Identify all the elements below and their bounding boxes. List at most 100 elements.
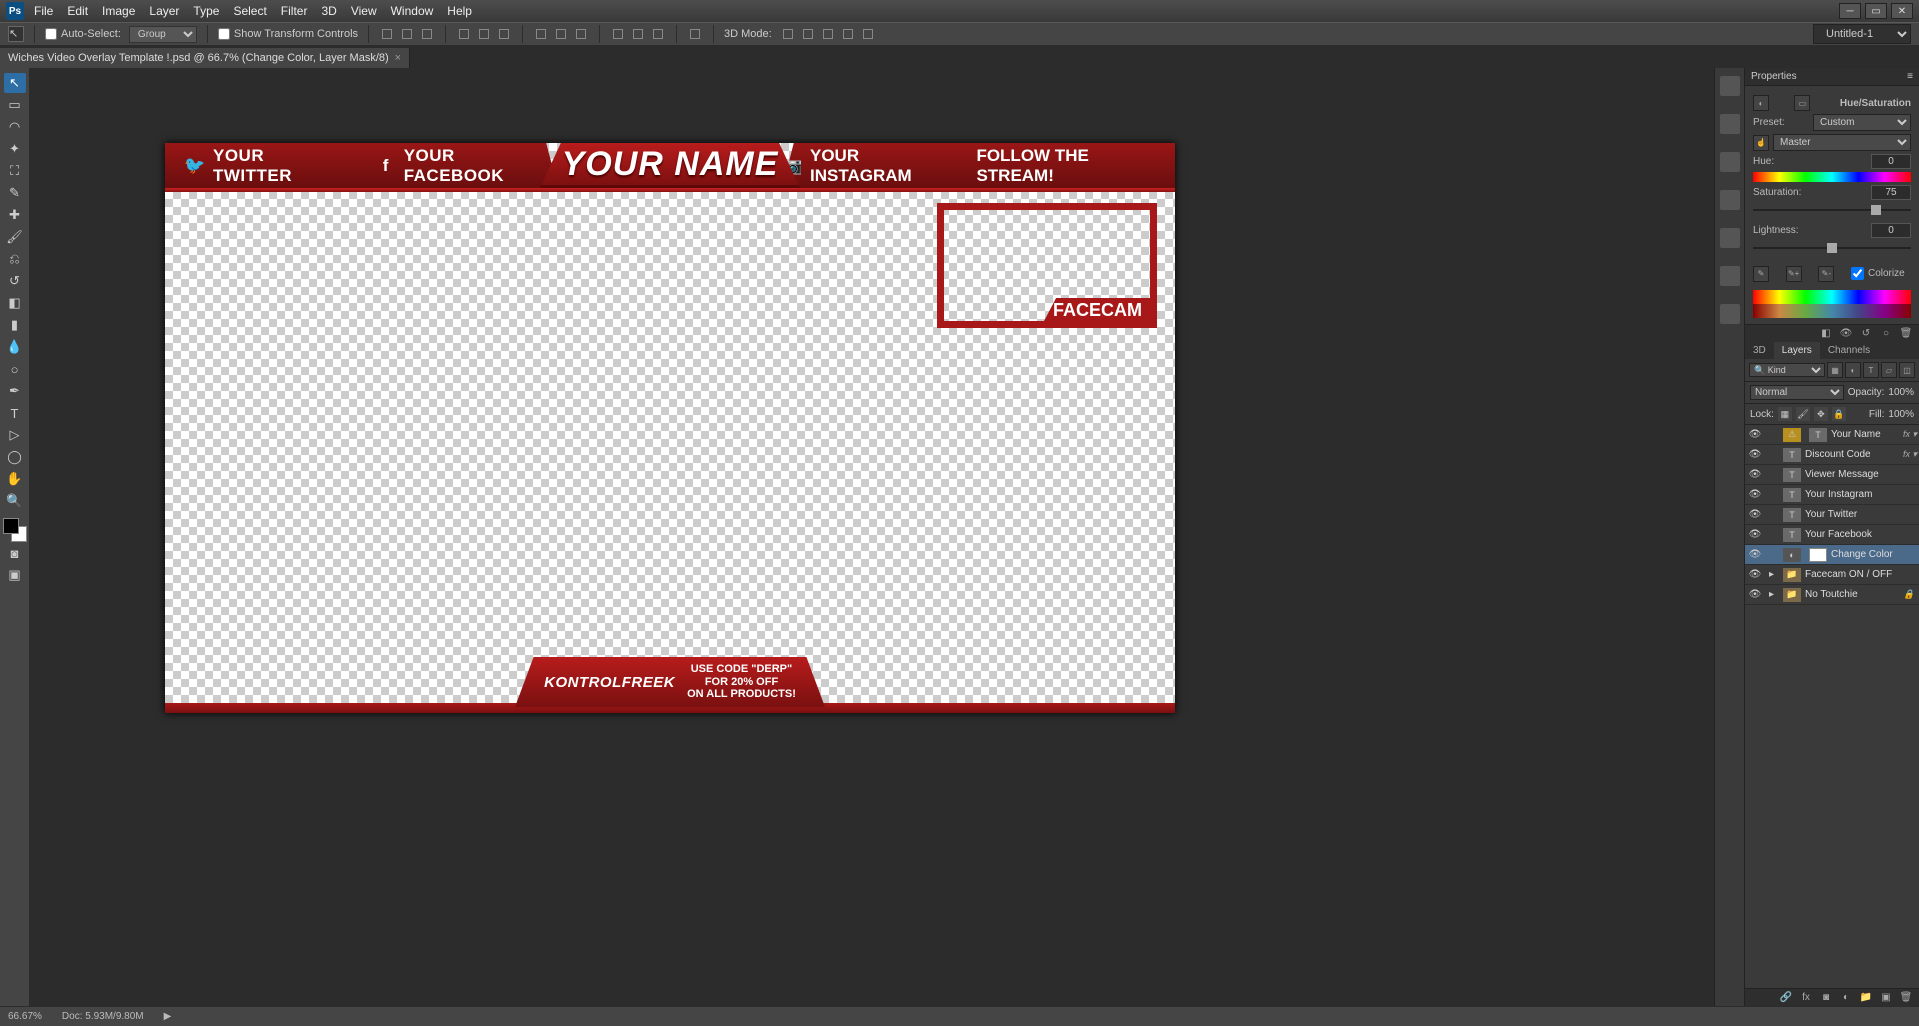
layer-row[interactable]: 👁TDiscount Codefx ▾ bbox=[1745, 445, 1919, 465]
new-adjustment-icon[interactable]: ◐ bbox=[1839, 991, 1853, 1005]
character-panel-icon[interactable] bbox=[1720, 228, 1740, 248]
quick-mask-tool[interactable]: ◙ bbox=[4, 543, 26, 563]
finger-icon[interactable]: ☝ bbox=[1753, 135, 1769, 151]
align-left-icon[interactable] bbox=[456, 26, 472, 42]
saturation-slider[interactable] bbox=[1753, 203, 1911, 217]
filter-kind-select[interactable]: 🔍 Kind bbox=[1749, 363, 1825, 377]
3d-rotate-icon[interactable] bbox=[780, 26, 796, 42]
filter-shape-icon[interactable]: ▱ bbox=[1881, 362, 1897, 378]
healing-tool[interactable]: ✚ bbox=[4, 205, 26, 225]
3d-pan-icon[interactable] bbox=[820, 26, 836, 42]
styles-panel-icon[interactable] bbox=[1720, 266, 1740, 286]
type-tool[interactable]: T bbox=[4, 403, 26, 423]
zoom-tool[interactable]: 🔍 bbox=[4, 491, 26, 511]
preset-select[interactable]: Custom bbox=[1813, 114, 1911, 131]
hue-input[interactable] bbox=[1871, 154, 1911, 169]
tab-channels[interactable]: Channels bbox=[1820, 342, 1878, 359]
view-previous-icon[interactable]: 👁 bbox=[1839, 327, 1853, 341]
layer-row[interactable]: 👁▸📁No Toutchie🔒 bbox=[1745, 585, 1919, 605]
layer-fx-icon[interactable]: fx bbox=[1799, 991, 1813, 1005]
hand-tool[interactable]: ✋ bbox=[4, 469, 26, 489]
lock-transparent-icon[interactable]: ▦ bbox=[1778, 407, 1792, 421]
marquee-tool[interactable]: ▭ bbox=[4, 95, 26, 115]
toggle-visibility-icon[interactable]: ○ bbox=[1879, 327, 1893, 341]
blend-mode-select[interactable]: Normal bbox=[1750, 385, 1844, 400]
stamp-tool[interactable]: ⎌ bbox=[4, 249, 26, 269]
expand-arrow-icon[interactable]: ▸ bbox=[1769, 589, 1779, 600]
menu-window[interactable]: Window bbox=[391, 4, 434, 18]
menu-edit[interactable]: Edit bbox=[67, 4, 88, 18]
visibility-toggle[interactable]: 👁 bbox=[1745, 429, 1765, 440]
swatches-panel-icon[interactable] bbox=[1720, 152, 1740, 172]
opacity-value[interactable]: 100% bbox=[1888, 387, 1914, 398]
menu-view[interactable]: View bbox=[351, 4, 377, 18]
crop-tool[interactable]: ⛶ bbox=[4, 161, 26, 181]
lock-pixels-icon[interactable]: 🖌 bbox=[1796, 407, 1810, 421]
doc-size[interactable]: Doc: 5.93M/9.80M bbox=[62, 1011, 144, 1022]
3d-slide-icon[interactable] bbox=[840, 26, 856, 42]
align-hcenter-icon[interactable] bbox=[476, 26, 492, 42]
align-right-icon[interactable] bbox=[496, 26, 512, 42]
eyedropper-sub-icon[interactable]: ✎- bbox=[1818, 266, 1834, 282]
close-tab-icon[interactable]: × bbox=[395, 52, 401, 64]
lightness-slider[interactable] bbox=[1753, 241, 1911, 255]
canvas-area[interactable]: 🐦YOUR TWITTER fYOUR FACEBOOK YOUR NAME 📷… bbox=[30, 68, 1714, 1006]
zoom-level[interactable]: 66.67% bbox=[8, 1011, 42, 1022]
filter-smart-icon[interactable]: ◫ bbox=[1899, 362, 1915, 378]
layer-mask-icon[interactable]: ◙ bbox=[1819, 991, 1833, 1005]
dist-top-icon[interactable] bbox=[533, 26, 549, 42]
menu-layer[interactable]: Layer bbox=[149, 4, 179, 18]
panel-menu-icon[interactable]: ≡ bbox=[1907, 71, 1913, 82]
show-transform-check[interactable]: Show Transform Controls bbox=[218, 28, 358, 40]
move-tool[interactable]: ↖ bbox=[4, 73, 26, 93]
menu-filter[interactable]: Filter bbox=[281, 4, 308, 18]
dist-hcenter-icon[interactable] bbox=[630, 26, 646, 42]
clip-to-layer-icon[interactable]: ◧ bbox=[1819, 327, 1833, 341]
visibility-toggle[interactable]: 👁 bbox=[1745, 549, 1765, 560]
auto-select-mode[interactable]: Group bbox=[129, 26, 197, 43]
history-brush-tool[interactable]: ↺ bbox=[4, 271, 26, 291]
tab-3d[interactable]: 3D bbox=[1745, 342, 1774, 359]
shape-tool[interactable]: ◯ bbox=[4, 447, 26, 467]
reset-icon[interactable]: ↺ bbox=[1859, 327, 1873, 341]
screen-mode-tool[interactable]: ▣ bbox=[4, 565, 26, 585]
dist-bottom-icon[interactable] bbox=[573, 26, 589, 42]
gradient-tool[interactable]: ▮ bbox=[4, 315, 26, 335]
fx-badge[interactable]: fx ▾ bbox=[1903, 429, 1919, 440]
lightness-input[interactable] bbox=[1871, 223, 1911, 238]
visibility-toggle[interactable]: 👁 bbox=[1745, 569, 1765, 580]
fx-badge[interactable]: fx ▾ bbox=[1903, 449, 1919, 460]
channel-select[interactable]: Master bbox=[1773, 134, 1911, 151]
wand-tool[interactable]: ✦ bbox=[4, 139, 26, 159]
close-button[interactable]: ✕ bbox=[1891, 3, 1913, 19]
visibility-toggle[interactable]: 👁 bbox=[1745, 449, 1765, 460]
path-tool[interactable]: ▷ bbox=[4, 425, 26, 445]
layer-row[interactable]: 👁TYour Instagram bbox=[1745, 485, 1919, 505]
status-arrow-icon[interactable]: ▶ bbox=[164, 1011, 172, 1022]
menu-3d[interactable]: 3D bbox=[321, 4, 336, 18]
3d-scale-icon[interactable] bbox=[860, 26, 876, 42]
align-vcenter-icon[interactable] bbox=[399, 26, 415, 42]
expand-arrow-icon[interactable]: ▸ bbox=[1769, 569, 1779, 580]
adjustments-panel-icon[interactable] bbox=[1720, 304, 1740, 324]
delete-layer-icon[interactable]: 🗑 bbox=[1899, 991, 1913, 1005]
delete-adjustment-icon[interactable]: 🗑 bbox=[1899, 327, 1913, 341]
workspace-select[interactable]: Untitled-1 bbox=[1813, 24, 1911, 44]
align-bottom-icon[interactable] bbox=[419, 26, 435, 42]
pen-tool[interactable]: ✒ bbox=[4, 381, 26, 401]
foreground-color[interactable] bbox=[3, 518, 19, 534]
new-group-icon[interactable]: 📁 bbox=[1859, 991, 1873, 1005]
menu-file[interactable]: File bbox=[34, 4, 53, 18]
layer-row[interactable]: 👁◐Change Color bbox=[1745, 545, 1919, 565]
blur-tool[interactable]: 💧 bbox=[4, 337, 26, 357]
layer-row[interactable]: 👁⚠TYour Namefx ▾ bbox=[1745, 425, 1919, 445]
menu-type[interactable]: Type bbox=[193, 4, 219, 18]
paragraph-panel-icon[interactable] bbox=[1720, 190, 1740, 210]
visibility-toggle[interactable]: 👁 bbox=[1745, 529, 1765, 540]
hue-slider[interactable] bbox=[1753, 172, 1911, 182]
dist-right-icon[interactable] bbox=[650, 26, 666, 42]
filter-pixel-icon[interactable]: ▦ bbox=[1827, 362, 1843, 378]
dodge-tool[interactable]: ○ bbox=[4, 359, 26, 379]
minimize-button[interactable]: ─ bbox=[1839, 3, 1861, 19]
menu-select[interactable]: Select bbox=[233, 4, 266, 18]
